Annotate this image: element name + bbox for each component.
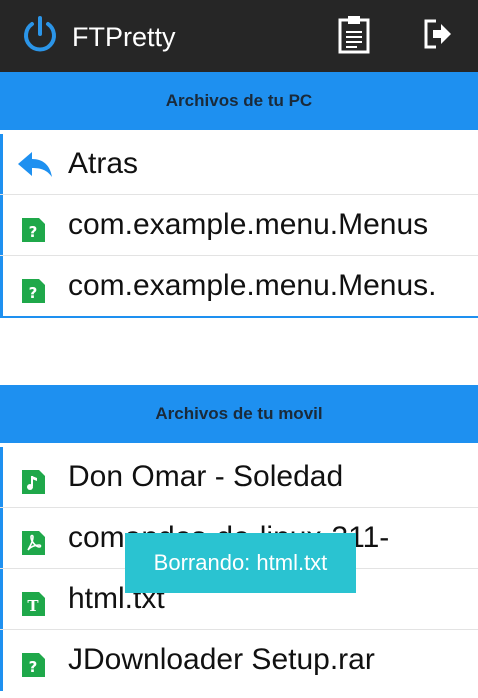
exit-icon — [422, 17, 454, 56]
list-item-file[interactable]: Don Omar - Soledad — [0, 447, 478, 508]
action-bar: FTPretty — [0, 0, 478, 72]
mobile-section-header: Archivos de tu movil — [0, 385, 478, 443]
list-item-back[interactable]: Atras — [0, 134, 478, 195]
power-logo-icon[interactable] — [20, 14, 60, 54]
pdf-file-icon — [20, 530, 46, 556]
svg-text:?: ? — [29, 284, 38, 302]
unknown-file-icon: ? — [20, 278, 46, 304]
list-item-label: JDownloader Setup.rar — [68, 643, 375, 676]
toast-message: Borrando: html.txt — [125, 533, 356, 593]
clipboard-icon — [337, 14, 371, 59]
list-item-label: Atras — [68, 147, 139, 180]
mobile-section-title: Archivos de tu movil — [155, 404, 323, 423]
svg-text:?: ? — [29, 223, 38, 241]
list-divider — [0, 316, 478, 318]
toast-text: Borrando: html.txt — [153, 550, 328, 575]
list-item-label: Don Omar - Soledad — [68, 460, 344, 493]
clipboard-button[interactable] — [334, 14, 374, 59]
svg-text:T: T — [27, 597, 39, 615]
music-file-icon — [20, 469, 46, 495]
unknown-file-icon: ? — [20, 652, 46, 678]
svg-text:?: ? — [29, 658, 38, 676]
text-file-icon: T — [20, 591, 46, 617]
list-item-label: com.example.menu.Menus. — [68, 269, 437, 302]
list-item-file[interactable]: ? com.example.menu.Menus. — [0, 256, 478, 317]
list-item-file[interactable]: ? com.example.menu.Menus — [0, 195, 478, 256]
unknown-file-icon: ? — [20, 217, 46, 243]
pc-section-header: Archivos de tu PC — [0, 72, 478, 130]
list-item-file[interactable]: ? JDownloader Setup.rar — [0, 630, 478, 691]
back-arrow-icon — [16, 150, 54, 180]
pc-file-list: Atras ? com.example.menu.Menus ? com.exa… — [0, 134, 478, 317]
pc-section-title: Archivos de tu PC — [165, 91, 313, 110]
list-item-label: com.example.menu.Menus — [68, 208, 429, 241]
exit-button[interactable] — [418, 16, 458, 56]
app-title: FTPretty — [72, 22, 176, 52]
